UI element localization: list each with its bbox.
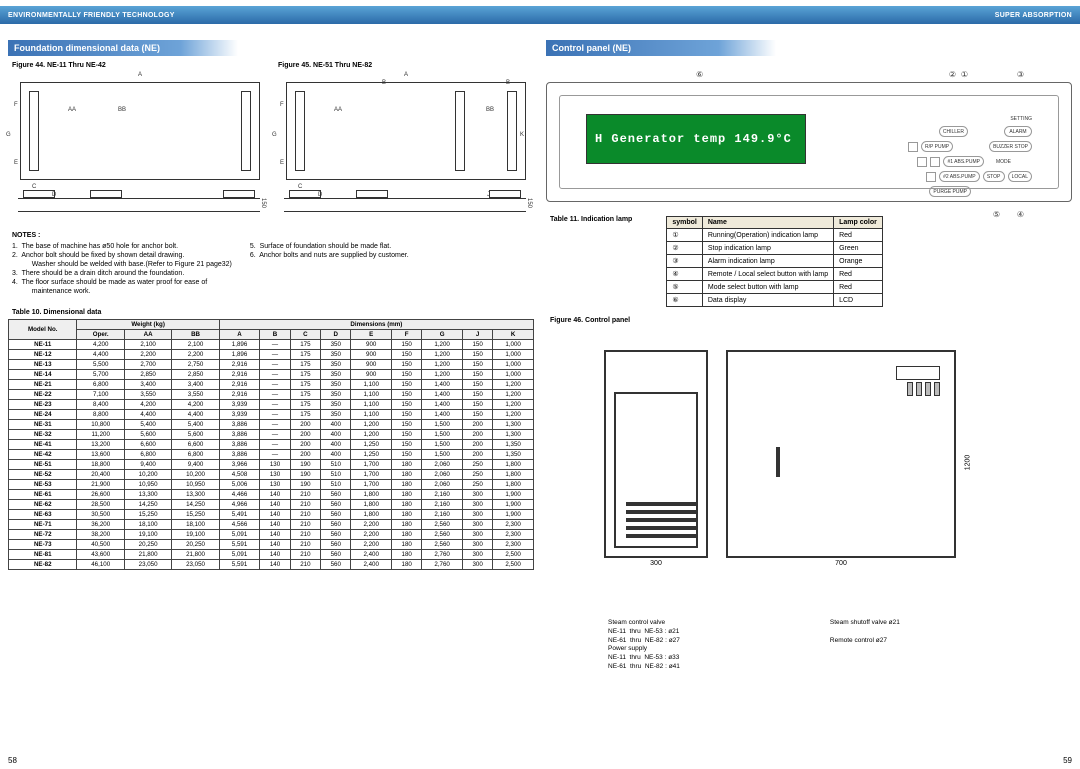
- btn-rp[interactable]: R/P PUMP: [921, 141, 953, 152]
- nav-down[interactable]: [926, 172, 936, 182]
- table10-caption: Table 10. Dimensional data: [12, 309, 530, 316]
- figure-45: A BB AABB GFE KC DJ 150: [274, 72, 534, 222]
- header-band: ENVIRONMENTALLY FRIENDLY TECHNOLOGY SUPE…: [0, 6, 1080, 24]
- control-panel-figure: H Generator temp 149.9°C SETTING CHILLER…: [546, 82, 1072, 202]
- fig45-caption: Figure 45. NE-51 Thru NE-82: [278, 62, 534, 69]
- notes: NOTES : 1. The base of machine has ø50 h…: [12, 232, 530, 297]
- header-right: SUPER ABSORPTION: [995, 12, 1072, 19]
- nav-up[interactable]: [908, 142, 918, 152]
- header-left: ENVIRONMENTALLY FRIENDLY TECHNOLOGY: [8, 12, 175, 19]
- fig44-caption: Figure 44. NE-11 Thru NE-42: [12, 62, 268, 69]
- section-foundation: Foundation dimensional data (NE): [8, 40, 238, 56]
- indication-lamp-table: symbolNameLamp color ①Running(Operation)…: [666, 216, 882, 307]
- callout-5: ⑤: [993, 210, 1000, 219]
- btn-stop[interactable]: STOP: [983, 171, 1005, 182]
- figure-46: 300 700 1200: [604, 350, 1072, 567]
- page-left: 58: [8, 756, 17, 765]
- figure-44: A AABB GFE CD 150: [8, 72, 268, 222]
- nav-right[interactable]: [930, 157, 940, 167]
- control-buttons: SETTING CHILLERALARM R/P PUMPBUZZER STOP…: [836, 116, 1032, 172]
- control-box-side: [604, 350, 708, 558]
- lcd-display: H Generator temp 149.9°C: [586, 114, 806, 164]
- nav-left[interactable]: [917, 157, 927, 167]
- btn-abs1[interactable]: #1 ABS.PUMP: [943, 156, 984, 167]
- callout-6: ⑥: [696, 70, 703, 79]
- left-page: Foundation dimensional data (NE) Figure …: [8, 30, 534, 672]
- table11-caption: Table 11. Indication lamp: [550, 216, 632, 223]
- pipe-notes: Steam control valve NE-11 thru NE-53 : ø…: [608, 619, 1072, 672]
- callout-2: ②: [949, 70, 956, 79]
- btn-alarm[interactable]: ALARM: [1004, 126, 1032, 137]
- btn-purge[interactable]: PURGE PUMP: [929, 186, 971, 197]
- control-box-front: [726, 350, 956, 558]
- callout-4: ④: [1017, 210, 1024, 219]
- section-control-panel: Control panel (NE): [546, 40, 776, 56]
- right-page: Control panel (NE) ⑥ ② ① ③ H Generator t…: [546, 30, 1072, 672]
- btn-abs2[interactable]: #2 ABS.PUMP: [939, 171, 980, 182]
- fig46-caption: Figure 46. Control panel: [550, 317, 1068, 324]
- dimensional-table: Model No. Weight (kg) Dimensions (mm) Op…: [8, 319, 534, 570]
- btn-chiller[interactable]: CHILLER: [939, 126, 968, 137]
- callout-1: ①: [961, 70, 968, 79]
- page-right: 59: [1063, 756, 1072, 765]
- btn-buzzer[interactable]: BUZZER STOP: [989, 141, 1032, 152]
- callout-3: ③: [1017, 70, 1024, 79]
- btn-local[interactable]: LOCAL: [1008, 171, 1032, 182]
